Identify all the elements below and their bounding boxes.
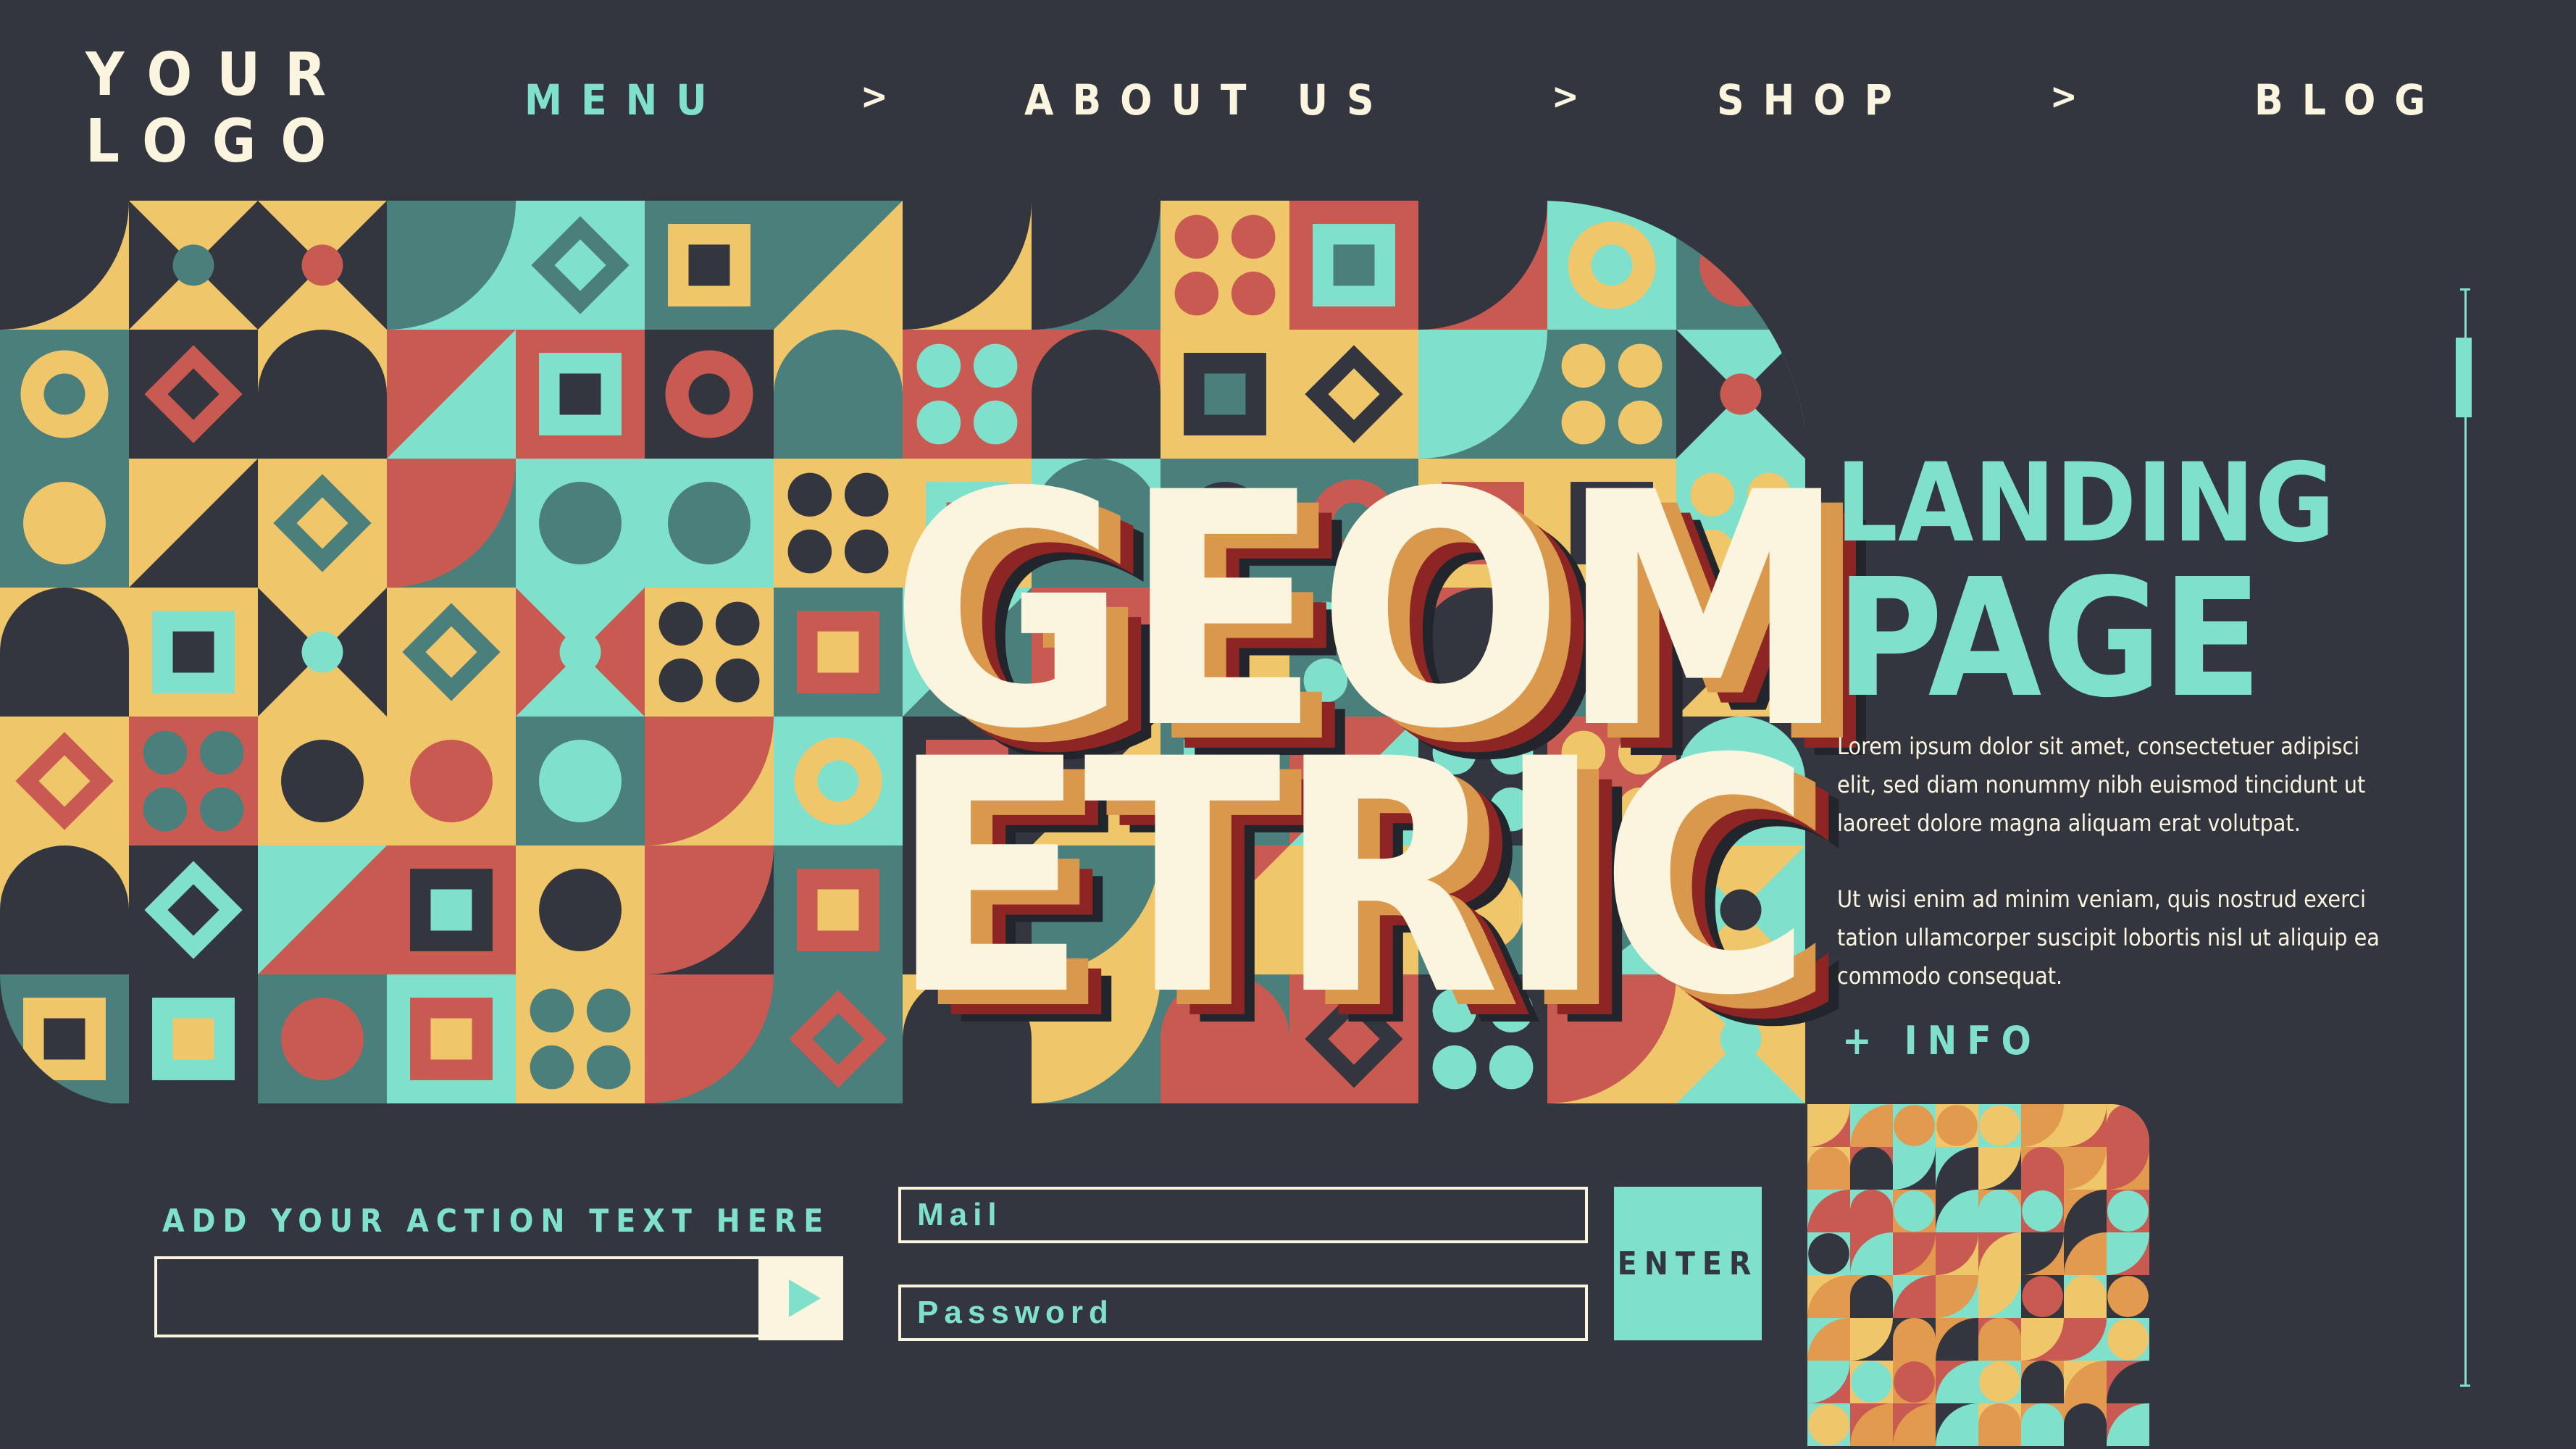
small-mosaic-decoration [1807,1104,2149,1446]
info-link[interactable]: + INFO [1842,1018,2041,1064]
landing-title: LANDING [1836,440,2335,567]
action-input[interactable] [154,1256,761,1337]
scrollbar-cap-bottom [2460,1385,2470,1387]
nav-separator: > [2050,75,2078,117]
hero-title-line2: ETRIC [890,690,1812,1066]
landing-paragraph-2: Ut wisi enim ad minim veniam, quis nostr… [1837,885,2380,990]
enter-button[interactable]: ENTER [1614,1187,1762,1340]
play-icon [789,1279,821,1317]
password-field[interactable] [898,1285,1588,1341]
scrollbar-cap-top [2460,288,2470,291]
nav-separator: > [1552,75,1579,117]
nav-about-us[interactable]: ABOUT US [1024,75,1393,125]
action-submit-button[interactable] [758,1256,843,1340]
nav-separator: > [861,75,888,117]
nav-shop[interactable]: SHOP [1717,75,1911,125]
scrollbar-thumb[interactable] [2456,338,2472,417]
scrollbar-track[interactable] [2464,288,2467,1386]
nav-menu[interactable]: MENU [524,75,726,125]
nav-blog[interactable]: BLOG [2254,75,2444,125]
logo[interactable]: YOUR LOGO [85,42,351,175]
action-label: ADD YOUR ACTION TEXT HERE [162,1203,831,1240]
landing-paragraph-1: Lorem ipsum dolor sit amet, consectetuer… [1837,732,2366,837]
landing-subtitle: PAGE [1836,544,2262,734]
mail-field[interactable] [898,1187,1588,1243]
